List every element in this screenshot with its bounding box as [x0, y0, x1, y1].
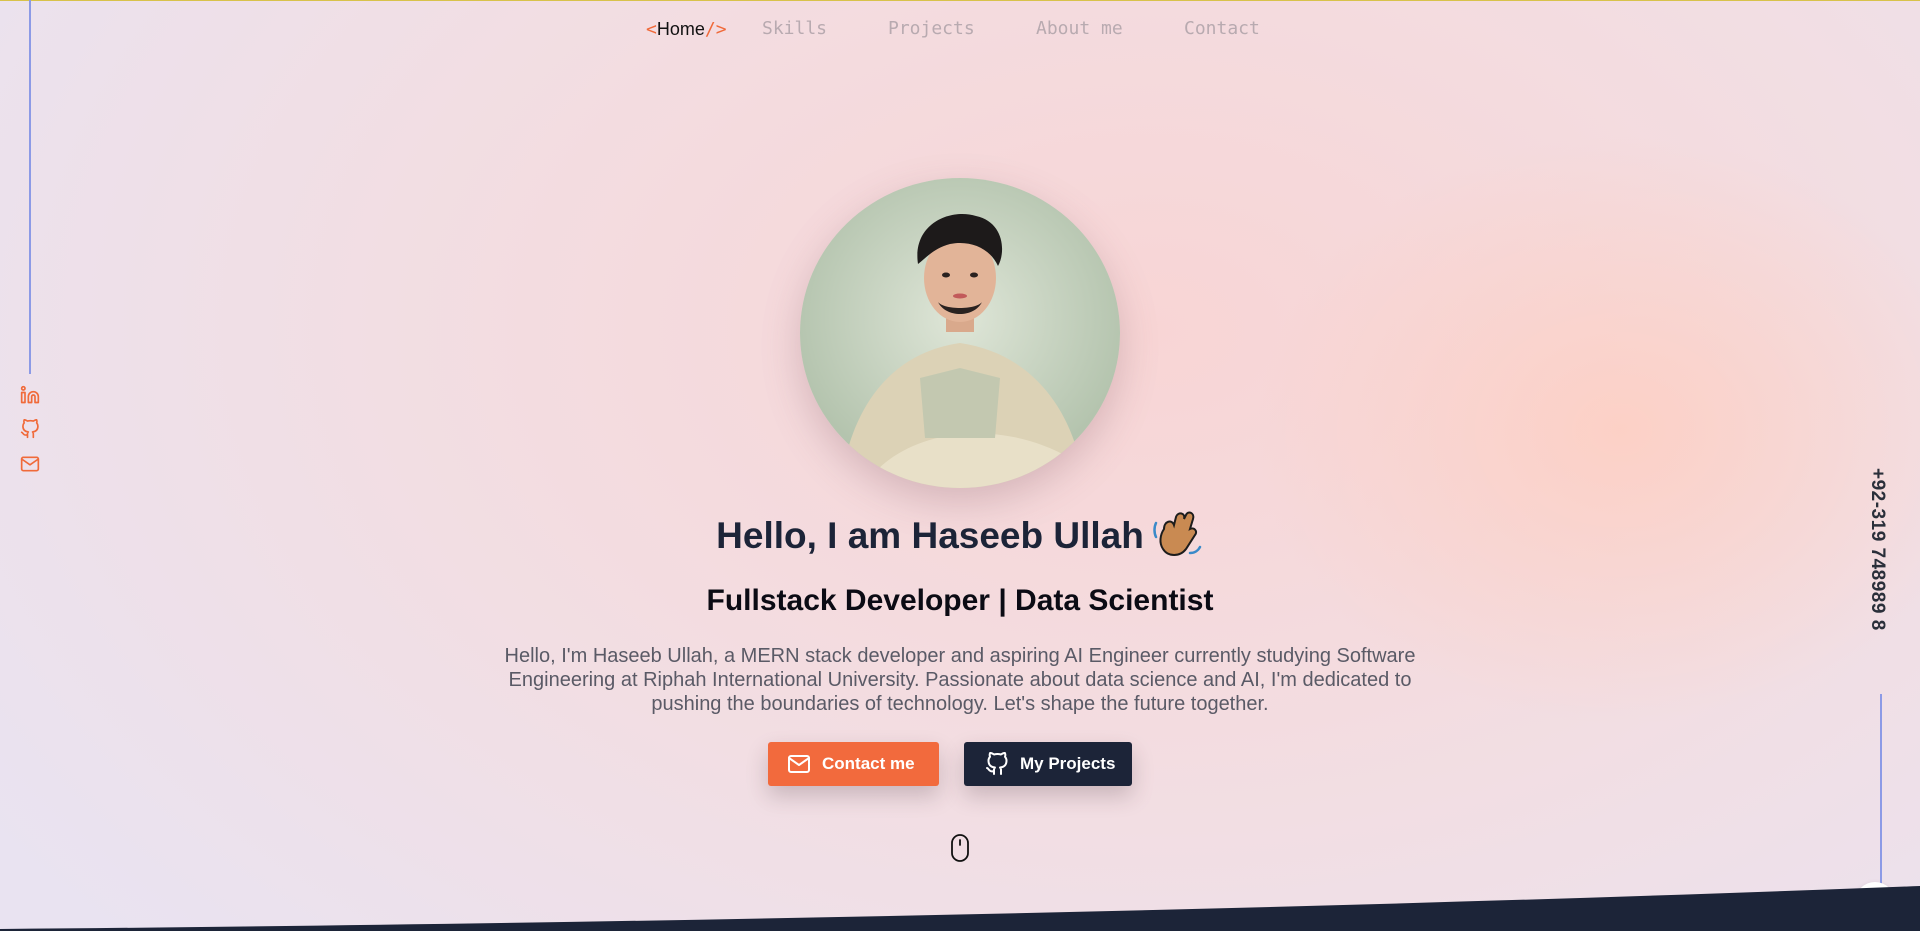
contact-me-button[interactable]: Contact me [768, 742, 939, 786]
hero-description: Hello, I'm Haseeb Ullah, a MERN stack de… [504, 645, 1416, 715]
bottom-wave-decoration [0, 886, 1920, 931]
profile-avatar [800, 178, 1120, 488]
right-rail-line [1880, 694, 1882, 884]
profile-photo-illustration [800, 178, 1120, 488]
github-icon [984, 751, 1010, 777]
mail-icon [20, 456, 40, 472]
nav-contact[interactable]: Contact [1184, 16, 1260, 42]
my-projects-label: My Projects [1020, 754, 1116, 773]
github-icon [20, 419, 39, 439]
nav-about-me[interactable]: About me [1036, 16, 1123, 42]
nav-home[interactable]: <Home/> [646, 16, 727, 43]
linkedin-link[interactable] [19, 384, 41, 406]
linkedin-icon [20, 385, 40, 404]
nav-home-close-bracket: /> [704, 19, 727, 40]
nav-projects[interactable]: Projects [888, 16, 975, 42]
hero-subtitle: Fullstack Developer | Data Scientist [706, 584, 1214, 617]
top-border [0, 0, 1920, 1]
mail-link[interactable] [19, 453, 41, 475]
top-nav: <Home/> Skills Projects About me Contact [0, 16, 1920, 42]
github-link[interactable] [19, 418, 41, 440]
mail-icon [786, 751, 812, 777]
nav-home-label: Home [656, 19, 705, 39]
contact-me-label: Contact me [822, 754, 915, 773]
my-projects-button[interactable]: My Projects [964, 742, 1132, 786]
nav-skills[interactable]: Skills [762, 16, 827, 42]
scroll-mouse-icon[interactable] [950, 834, 970, 862]
hero-title-text: Hello, I am Haseeb Ullah [716, 515, 1144, 556]
waving-hand-icon [1150, 507, 1204, 561]
left-rail-line [29, 0, 31, 374]
nav-home-open-bracket: < [646, 19, 657, 40]
hero-title: Hello, I am Haseeb Ullah [0, 504, 1920, 568]
